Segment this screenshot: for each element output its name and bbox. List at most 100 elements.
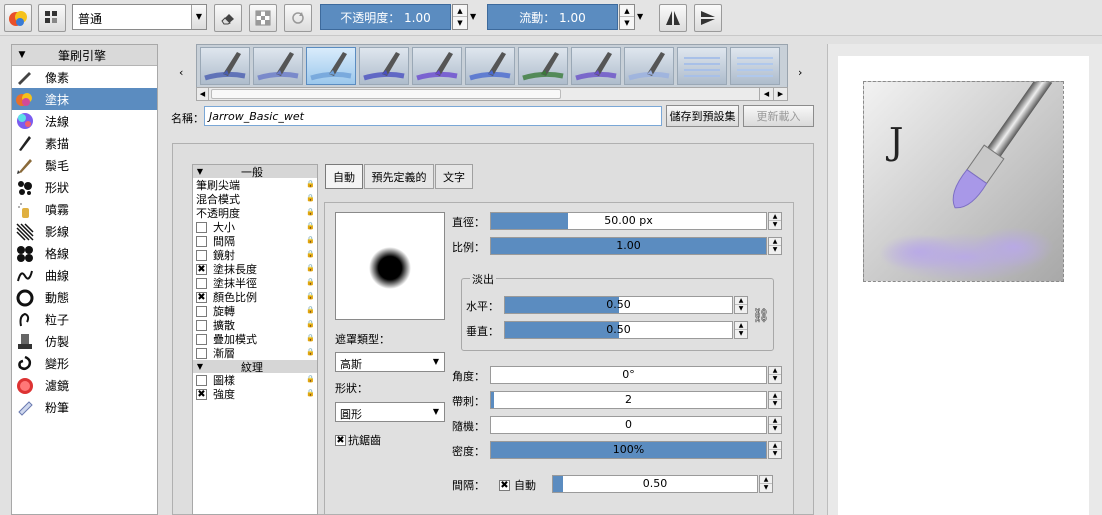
- lock-icon[interactable]: 🔒: [306, 222, 315, 230]
- engine-item[interactable]: 塗抹: [12, 88, 157, 110]
- spacing-slider[interactable]: 0.50: [552, 475, 758, 493]
- opacity-field[interactable]: 不透明度： 1.00: [320, 4, 451, 30]
- option-row[interactable]: 筆刷尖端 🔒: [193, 178, 317, 192]
- lock-icon[interactable]: 🔒: [306, 389, 315, 397]
- scroll-left-icon[interactable]: ◀: [197, 88, 209, 100]
- random-slider[interactable]: 0: [490, 416, 767, 434]
- lock-icon[interactable]: 🔒: [306, 208, 315, 216]
- reload-icon[interactable]: [284, 4, 312, 32]
- scroll-right-icon[interactable]: ▶: [773, 88, 787, 100]
- checkbox-icon[interactable]: [196, 221, 207, 233]
- preset-scrollbar[interactable]: ◀ ◀ ▶: [196, 87, 788, 101]
- reload-preset-button[interactable]: 更新載入: [743, 105, 814, 127]
- random-spinner[interactable]: ▲ ▼: [768, 416, 782, 434]
- spikes-spinner[interactable]: ▲ ▼: [768, 391, 782, 409]
- color-palette-icon[interactable]: [4, 4, 32, 32]
- diameter-spinner[interactable]: ▲ ▼: [768, 212, 782, 230]
- mirror-vertical-icon[interactable]: [694, 4, 722, 32]
- lock-icon[interactable]: 🔒: [306, 320, 315, 328]
- flow-spinner[interactable]: ▲ ▼: [619, 4, 635, 30]
- checker-alpha-icon[interactable]: [249, 4, 277, 32]
- option-row[interactable]: 擴散 🔒: [193, 318, 317, 332]
- engine-item[interactable]: 影線: [12, 220, 157, 242]
- option-row[interactable]: ✖ 塗抹長度 🔒: [193, 262, 317, 276]
- scroll-thumb[interactable]: [211, 89, 561, 99]
- engine-item[interactable]: 粒子: [12, 308, 157, 330]
- ratio-slider[interactable]: 1.00: [490, 237, 767, 255]
- option-row[interactable]: ✖ 強度 🔒: [193, 387, 317, 401]
- engine-item[interactable]: 像素: [12, 66, 157, 88]
- angle-spinner[interactable]: ▲ ▼: [768, 366, 782, 384]
- option-row[interactable]: 不透明度 🔒: [193, 206, 317, 220]
- checkbox-icon[interactable]: ✖: [196, 388, 207, 400]
- brush-preset-thumb[interactable]: [571, 47, 621, 85]
- checkbox-icon[interactable]: [196, 277, 207, 289]
- option-row[interactable]: 旋轉 🔒: [193, 304, 317, 318]
- lock-icon[interactable]: 🔒: [306, 180, 315, 188]
- engine-item[interactable]: 素描: [12, 132, 157, 154]
- brush-preset-thumb[interactable]: [359, 47, 409, 85]
- chevron-down-icon[interactable]: ▼: [637, 12, 643, 21]
- blend-mode-select[interactable]: 普通 ▼: [72, 4, 207, 30]
- tab-auto[interactable]: 自動: [325, 164, 363, 189]
- brush-preset-thumb[interactable]: [677, 47, 727, 85]
- brush-grid-icon[interactable]: [38, 4, 66, 32]
- brush-preset-thumb[interactable]: [730, 47, 780, 85]
- save-to-preset-button[interactable]: 儲存到預設集: [666, 105, 739, 127]
- engine-item[interactable]: 噴霧: [12, 198, 157, 220]
- lock-icon[interactable]: 🔒: [306, 264, 315, 272]
- engine-item[interactable]: 曲線: [12, 264, 157, 286]
- checkbox-icon[interactable]: [196, 347, 207, 359]
- eraser-icon[interactable]: [214, 4, 242, 32]
- mirror-horizontal-icon[interactable]: [659, 4, 687, 32]
- brush-preset-thumb[interactable]: [306, 47, 356, 85]
- option-row[interactable]: 大小 🔒: [193, 220, 317, 234]
- flow-field[interactable]: 流動： 1.00: [487, 4, 618, 30]
- lock-icon[interactable]: 🔒: [306, 375, 315, 383]
- scroll-left-icon[interactable]: ◀: [759, 88, 773, 100]
- lock-icon[interactable]: 🔒: [306, 236, 315, 244]
- ratio-spinner[interactable]: ▲ ▼: [768, 237, 782, 255]
- brush-preset-thumb[interactable]: [624, 47, 674, 85]
- mask-type-select[interactable]: 高斯 ▼: [335, 352, 445, 372]
- texture-section-header[interactable]: ▼ 紋理: [193, 360, 317, 374]
- option-row[interactable]: 鏡射 🔒: [193, 248, 317, 262]
- spikes-slider[interactable]: 2: [490, 391, 767, 409]
- option-row[interactable]: 疊加模式 🔒: [193, 332, 317, 346]
- engine-item[interactable]: 濾鏡: [12, 374, 157, 396]
- checkbox-icon[interactable]: [196, 333, 207, 345]
- option-row[interactable]: 圖樣 🔒: [193, 373, 317, 387]
- density-slider[interactable]: 100%: [490, 441, 767, 459]
- engine-list-header[interactable]: ▼ 筆刷引擎: [12, 45, 157, 66]
- brush-preset-thumb[interactable]: [253, 47, 303, 85]
- checkbox-icon[interactable]: [196, 374, 207, 386]
- tab-text[interactable]: 文字: [435, 164, 473, 189]
- brush-preset-thumb[interactable]: [465, 47, 515, 85]
- checkbox-icon[interactable]: [196, 305, 207, 317]
- engine-item[interactable]: 變形: [12, 352, 157, 374]
- option-row[interactable]: 塗抹半徑 🔒: [193, 276, 317, 290]
- angle-slider[interactable]: 0°: [490, 366, 767, 384]
- link-chain-icon[interactable]: ⛓: [752, 308, 770, 324]
- checkbox-icon[interactable]: [196, 249, 207, 261]
- option-row[interactable]: 混合模式 🔒: [193, 192, 317, 206]
- engine-item[interactable]: 動態: [12, 286, 157, 308]
- checkbox-icon[interactable]: ✖: [196, 291, 207, 303]
- spacing-auto-checkbox[interactable]: ✖ 自動: [499, 477, 536, 493]
- lock-icon[interactable]: 🔒: [306, 334, 315, 342]
- brush-preset-thumb[interactable]: [518, 47, 568, 85]
- preset-next-button[interactable]: ›: [798, 66, 802, 79]
- checkbox-icon[interactable]: [196, 235, 207, 247]
- chevron-down-icon[interactable]: ▼: [470, 12, 476, 21]
- engine-item[interactable]: 格線: [12, 242, 157, 264]
- spacing-spinner[interactable]: ▲ ▼: [759, 475, 773, 493]
- option-row[interactable]: ✖ 顏色比例 🔒: [193, 290, 317, 304]
- brush-preset-thumb[interactable]: [200, 47, 250, 85]
- engine-item[interactable]: 粉筆: [12, 396, 157, 418]
- preset-name-input[interactable]: Jarrow_Basic_wet: [204, 106, 662, 126]
- lock-icon[interactable]: 🔒: [306, 250, 315, 258]
- engine-item[interactable]: 仿製: [12, 330, 157, 352]
- antialias-checkbox[interactable]: ✖ 抗鋸齒: [335, 432, 381, 448]
- lock-icon[interactable]: 🔒: [306, 292, 315, 300]
- lock-icon[interactable]: 🔒: [306, 194, 315, 202]
